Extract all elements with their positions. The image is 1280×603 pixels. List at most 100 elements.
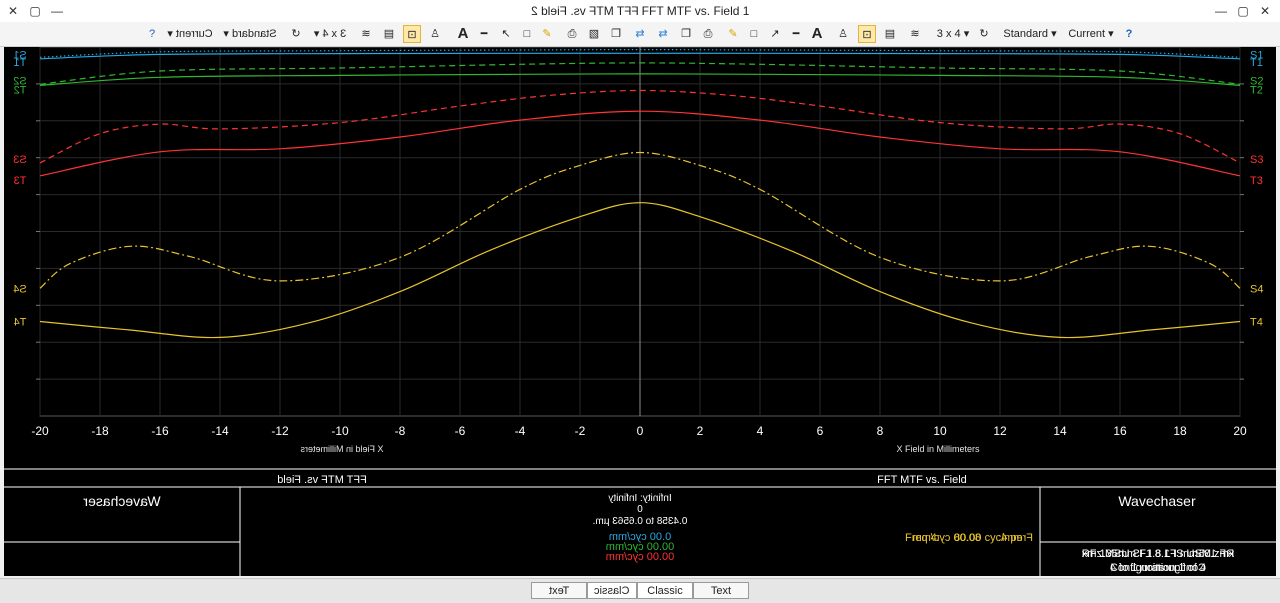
- standard-label: Standard: [1003, 28, 1049, 40]
- settings-stack-icon[interactable]: ≋: [357, 25, 375, 43]
- tab-label: Classic: [647, 585, 683, 597]
- layout-label: 3 x 4: [322, 28, 347, 40]
- x-tick-label: 0: [637, 424, 644, 438]
- series-label-t1: T1: [1250, 57, 1263, 69]
- print-icon[interactable]: ⎙: [699, 25, 717, 43]
- x-tick-label: 6: [817, 424, 824, 438]
- minimize-icon[interactable]: —: [1212, 2, 1230, 20]
- x-tick-label: -18: [91, 424, 109, 438]
- series-label-mirrored-t3: T3: [14, 175, 27, 187]
- x-tick-label: -10: [331, 424, 349, 438]
- x-tick-label: -14: [211, 424, 229, 438]
- line-tool-icon[interactable]: ━: [787, 25, 805, 43]
- window-title: FFT MTF vs. Field 2 FFT MTF vs. Field 1: [0, 4, 1280, 18]
- x-tick-label: -20: [31, 424, 49, 438]
- tab-classic[interactable]: Classic: [637, 582, 693, 599]
- x-tick-label: 10: [933, 424, 947, 438]
- series-label-t4: T4: [1250, 317, 1263, 329]
- x-tick-label: 12: [993, 424, 1007, 438]
- x-tick-label: 2: [697, 424, 704, 438]
- copy-icon[interactable]: ❐: [607, 25, 625, 43]
- grid: [36, 47, 1244, 417]
- dropdown-icon: ▾: [167, 28, 173, 40]
- sync-icon[interactable]: ⇄: [654, 25, 672, 43]
- text-tool-icon[interactable]: A: [808, 25, 826, 43]
- x-tick-label: -8: [395, 424, 406, 438]
- x-tick-label: -12: [271, 424, 289, 438]
- dropdown-icon: ▾: [963, 28, 970, 40]
- series-label-mirrored-s4: S4: [13, 283, 26, 295]
- help-icon[interactable]: ?: [143, 25, 161, 43]
- tab-classic-mirrored[interactable]: Classic: [587, 582, 637, 599]
- x-tick-labels: -20 -18 -16 -14 -12 -10 -8 -6 -4 -2 0 2 4 6 8 10 12 14 16 1…: [31, 424, 1247, 438]
- pencil-icon[interactable]: ✎: [538, 25, 556, 43]
- zoom-fit-icon[interactable]: ⊡: [858, 25, 876, 43]
- arrow-tool-icon[interactable]: ↗: [766, 25, 784, 43]
- window-title-text: FFT MTF vs. Field 1: [641, 4, 750, 18]
- freq-value: 80.00 cyc/mm: [954, 532, 1022, 544]
- close-icon[interactable]: ✕: [1256, 2, 1274, 20]
- tab-label: Classic: [594, 585, 630, 597]
- info-line-1: Infinity: Infinity: [608, 493, 671, 504]
- plot-window: S1 S1 T1 T1 S2 S2 T2 T2 S3 S3 T3 T3 S4 S4 T4 T4 -20 -18-…: [4, 47, 1276, 576]
- company-name: Wavechaser: [1118, 493, 1196, 509]
- rect-tool-icon[interactable]: □: [745, 25, 763, 43]
- help-icon[interactable]: ?: [1120, 25, 1138, 43]
- info-box: FFT MTF vs. Field FFT MTF vs. Field Wave…: [4, 468, 1276, 576]
- x-tick-label: -16: [151, 424, 169, 438]
- rect-tool-icon[interactable]: □: [518, 25, 536, 43]
- x-tick-label: 20: [1233, 424, 1247, 438]
- export-icon[interactable]: ▧: [585, 25, 603, 43]
- layout-label: 3 x 4: [936, 28, 961, 40]
- mtf-chart: S1S1T1T1S2S2T2T2S3S3T3T3S4S4T4T4 -20 -18-…: [4, 47, 1276, 576]
- restore-icon[interactable]: ▢: [1234, 2, 1252, 20]
- tab-text[interactable]: Text: [693, 582, 749, 599]
- sync-icon[interactable]: ⇄: [631, 25, 649, 43]
- standard-dropdown-mirrored[interactable]: Standard ▾: [222, 25, 278, 43]
- series-label-t3: T3: [1250, 175, 1263, 187]
- arrow-tool-icon[interactable]: ↖: [497, 25, 515, 43]
- tab-label: Text: [710, 585, 732, 597]
- current-dropdown-mirrored[interactable]: Current ▾: [166, 25, 214, 43]
- freq-label: Freq 4:: [905, 532, 940, 544]
- window-title-mirrored: FFT MTF vs. Field 2: [530, 4, 639, 18]
- standard-dropdown[interactable]: Standard ▾: [1000, 25, 1060, 43]
- line-tool-icon[interactable]: ━: [475, 25, 493, 43]
- series-labels: S1S1T1T1S2S2T2T2S3S3T3T3S4S4T4T4: [13, 49, 1263, 328]
- pencil-icon[interactable]: ✎: [724, 25, 742, 43]
- print-icon[interactable]: ⎙: [563, 25, 581, 43]
- series-label-s3: S3: [1250, 154, 1263, 166]
- bottom-tab-bar: Text Classic Classic Text: [0, 578, 1280, 603]
- info-line-3: 0.4358 to 0.6563 µm.: [593, 516, 688, 527]
- zoom-fit-icon[interactable]: ⊡: [403, 25, 421, 43]
- save-icon[interactable]: ▤: [380, 25, 398, 43]
- x-tick-label: -6: [455, 424, 466, 438]
- plot-title: FFT MTF vs. Field: [877, 474, 967, 486]
- x-axis-label: X Field in Millimeters: [896, 444, 980, 454]
- x-tick-label: -2: [575, 424, 586, 438]
- text-tool-icon[interactable]: A: [454, 25, 472, 43]
- x-tick-label: 18: [1173, 424, 1187, 438]
- dropdown-icon: ▾: [1108, 28, 1114, 40]
- x-tick-label: 14: [1053, 424, 1067, 438]
- settings-stack-icon[interactable]: ≋: [906, 25, 924, 43]
- dropdown-icon: ▾: [313, 28, 320, 40]
- tab-label: Text: [548, 585, 570, 597]
- current-dropdown[interactable]: Current ▾: [1066, 25, 1116, 43]
- copy-icon[interactable]: ❐: [677, 25, 695, 43]
- info-line-2: 0: [637, 504, 643, 515]
- x-axis-label-mirrored: X Field in Millimeters: [300, 444, 384, 454]
- save-icon[interactable]: ▤: [881, 25, 899, 43]
- series-label-s4: S4: [1250, 283, 1263, 295]
- dropdown-icon: ▾: [1051, 28, 1057, 40]
- refresh-icon[interactable]: ↻: [975, 25, 993, 43]
- current-label: Current: [1068, 28, 1106, 40]
- layout-dropdown[interactable]: 3 x 4 ▾: [934, 25, 972, 43]
- tab-text-mirrored[interactable]: Text: [531, 582, 587, 599]
- standard-label: Standard: [231, 28, 277, 40]
- refresh-icon[interactable]: ↻: [287, 25, 305, 43]
- layout-dropdown-mirrored[interactable]: 3 x 4 ▾: [311, 25, 349, 43]
- lock-icon[interactable]: ♙: [834, 25, 852, 43]
- lock-icon[interactable]: ♙: [426, 25, 444, 43]
- x-tick-label: 16: [1113, 424, 1127, 438]
